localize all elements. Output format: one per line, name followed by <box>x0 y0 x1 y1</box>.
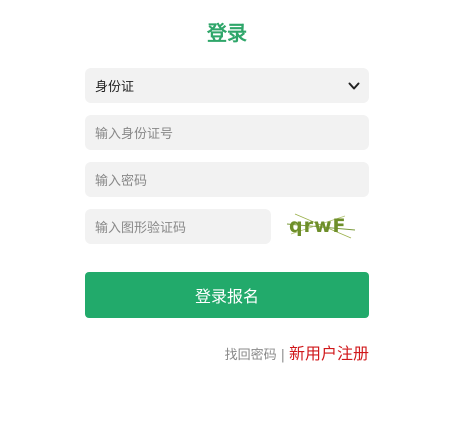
captcha-placeholder: 输入图形验证码 <box>95 221 187 236</box>
login-signup-button[interactable]: 登录报名 <box>85 272 369 318</box>
forgot-password-link[interactable]: 找回密码 <box>225 344 277 363</box>
id-number-placeholder: 输入身份证号 <box>95 127 174 142</box>
footer-links: 找回密码 | 新用户注册 <box>225 340 369 364</box>
page-title: 登录 <box>207 21 247 45</box>
link-separator: | <box>280 348 285 363</box>
id-type-select-value: 身份证 <box>95 80 135 95</box>
password-input[interactable]: 输入密码 <box>85 162 369 197</box>
login-page: 登录 身份证 输入身份证号 输入密码 输入图形验证码 qrwF 登录报名 找回密… <box>0 0 454 429</box>
id-type-select[interactable]: 身份证 <box>85 68 369 103</box>
captcha-input[interactable]: 输入图形验证码 <box>85 209 271 244</box>
id-number-input[interactable]: 输入身份证号 <box>85 115 369 150</box>
captcha-text: qrwF <box>289 215 347 237</box>
captcha-image[interactable]: qrwF <box>285 208 357 242</box>
register-link[interactable]: 新用户注册 <box>289 340 369 364</box>
password-placeholder: 输入密码 <box>95 174 148 189</box>
chevron-down-icon <box>348 82 360 89</box>
